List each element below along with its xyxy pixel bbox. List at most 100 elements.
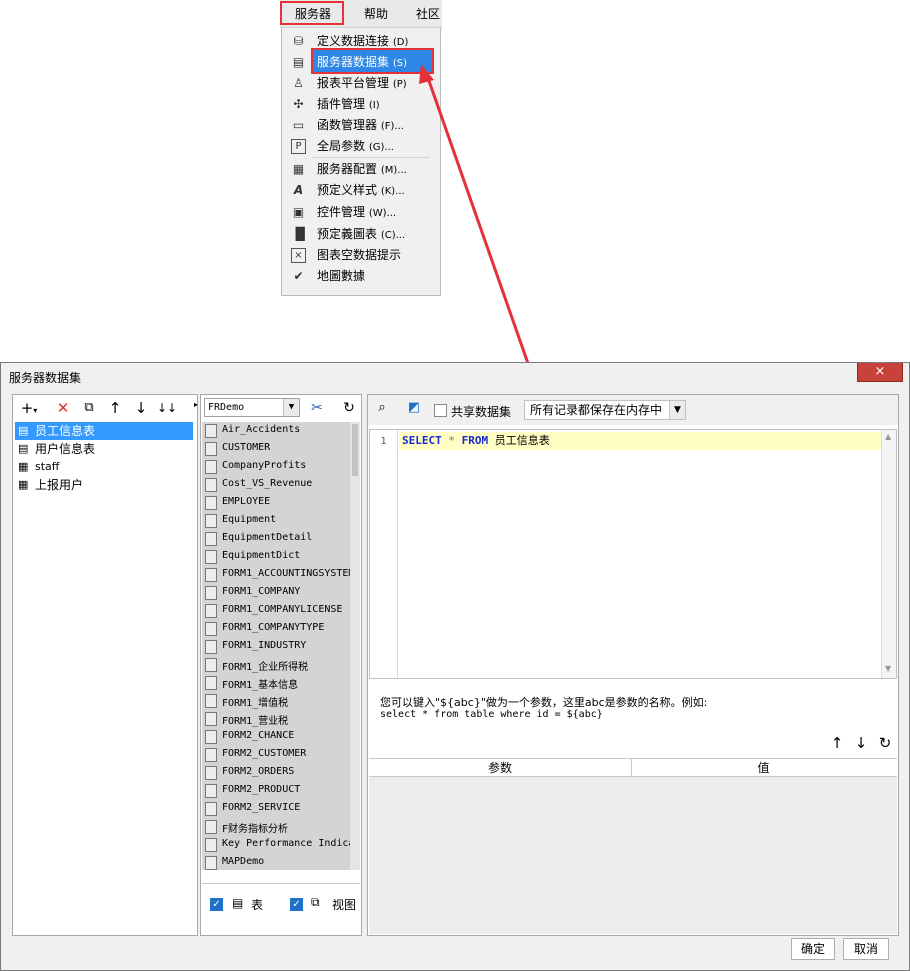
table-list-item[interactable]: FORM2_CHANCE [202, 728, 350, 746]
table-list-item[interactable]: FORM1_INDUSTRY [202, 638, 350, 656]
menu-bar: 服务器 帮助 社区 [280, 0, 442, 28]
editor-scrollbar[interactable]: ▲ ▼ [881, 430, 896, 678]
delete-icon[interactable]: ✕ [53, 398, 73, 418]
sql-editor[interactable]: 1 SELECT * FROM 员工信息表 ▲ ▼ [369, 429, 897, 679]
server-menu-dropdown: ⛁ 定义数据连接 (D) ▤ 服务器数据集 (S) ♙ 报表平台管理 (P) ✣… [281, 28, 441, 296]
table-list-item[interactable]: FORM1_企业所得税 [202, 656, 350, 674]
table-list-item[interactable]: FORM2_SERVICE [202, 800, 350, 818]
view-checkbox[interactable]: ✓ [290, 898, 303, 911]
menu-server[interactable]: 服务器 [282, 4, 344, 24]
table-icon [205, 658, 217, 672]
table-icon [205, 424, 217, 438]
table-icon [205, 478, 217, 492]
chevron-right-icon: ▸ [194, 400, 199, 409]
share-dataset-checkbox[interactable] [434, 404, 447, 417]
table-name: FORM1_营业税 [222, 716, 289, 727]
table-name: FORM1_增值税 [222, 698, 289, 709]
menu-item-widget-management[interactable]: ▣ 控件管理 (W)... [282, 202, 440, 223]
server-dataset-icon: ▤ [292, 55, 305, 69]
table-list-item[interactable]: FORM1_COMPANY [202, 584, 350, 602]
table-list-item[interactable]: Cost_VS_Revenue [202, 476, 350, 494]
table-checkbox[interactable]: ✓ [210, 898, 223, 911]
table-name: Air_Accidents [222, 424, 301, 435]
table-list-item[interactable]: EquipmentDetail [202, 530, 350, 548]
menu-item-global-parameter[interactable]: P 全局参数 (G)... [282, 136, 440, 157]
refresh-icon[interactable]: ↻ [339, 398, 359, 418]
scroll-down-icon[interactable]: ▼ [885, 664, 891, 673]
menu-item-chart-empty-data[interactable]: × 图表空数据提示 [282, 245, 440, 266]
scrollbar-thumb[interactable] [352, 424, 358, 476]
move-up-icon[interactable]: ↑ [105, 398, 125, 418]
table-list-item[interactable]: FORM1_基本信息 [202, 674, 350, 692]
table-list-item[interactable]: EquipmentDict [202, 548, 350, 566]
move-down-icon[interactable]: ↓ [131, 398, 151, 418]
share-dataset-label: 共享数据集 [451, 405, 512, 419]
save-icon[interactable]: ◩ [404, 398, 424, 418]
connection-select[interactable]: FRDemo ▼ [204, 398, 300, 417]
table-list-item[interactable]: MAPDemo [202, 854, 350, 870]
sort-icon[interactable]: ↓↓ [157, 398, 177, 418]
close-button[interactable]: × [857, 363, 903, 382]
menu-item-function-manager[interactable]: ▭ 函数管理器 (F)... [282, 115, 440, 136]
table-list: Air_Accidents CUSTOMER CompanyProfits Cost_… [202, 422, 360, 870]
preview-icon[interactable]: ⌕ [372, 398, 392, 418]
sql-line[interactable]: SELECT * FROM 员工信息表 [399, 432, 881, 450]
add-dataset-button[interactable]: +▾ [19, 398, 39, 418]
table-list-item[interactable]: EMPLOYEE [202, 494, 350, 512]
table-list-item[interactable]: FORM1_营业税 [202, 710, 350, 728]
table-list-item[interactable]: FORM1_增值税 [202, 692, 350, 710]
menu-help[interactable]: 帮助 [364, 4, 388, 24]
param-up-icon[interactable]: ↑ [828, 734, 846, 752]
table-name: CUSTOMER [222, 442, 271, 453]
cancel-button[interactable]: 取消 [843, 938, 889, 960]
menu-community[interactable]: 社区 [416, 4, 440, 24]
table-icon [205, 748, 217, 762]
dataset-item[interactable]: ▤ 员工信息表 [15, 422, 193, 440]
scroll-up-icon[interactable]: ▲ [885, 432, 891, 441]
table-icon [205, 568, 217, 582]
menu-separator [312, 157, 430, 158]
database-icon: ▦ [18, 478, 29, 491]
table-list-item[interactable]: FORM2_CUSTOMER [202, 746, 350, 764]
table-icon [205, 550, 217, 564]
refresh-params-icon[interactable]: ↻ [876, 734, 894, 752]
menu-item-predefined-style[interactable]: A 预定义样式 (K)... [282, 180, 440, 201]
table-list-item[interactable]: CUSTOMER [202, 440, 350, 458]
table-list-item[interactable]: FORM2_PRODUCT [202, 782, 350, 800]
table-list-item[interactable]: Equipment [202, 512, 350, 530]
table-list-item[interactable]: FORM1_COMPANYTYPE [202, 620, 350, 638]
table-list-item[interactable]: FORM1_COMPANYLICENSE [202, 602, 350, 620]
storage-mode-select[interactable]: 所有记录都保存在内存中 ▼ [524, 400, 686, 420]
bar-chart-icon: ▐▌ [291, 227, 310, 241]
copy-icon[interactable]: ⧉ [79, 398, 99, 418]
dataset-list-panel: +▾ ✕ ⧉ ↑ ↓ ↓↓ ▸ ▤ 员工信息表 ▤ 用户信息表 ▦ staff … [12, 394, 198, 936]
dataset-item[interactable]: ▦ staff [15, 458, 193, 476]
table-list-item[interactable]: CompanyProfits [202, 458, 350, 476]
table-list-item[interactable]: Air_Accidents [202, 422, 350, 440]
param-down-icon[interactable]: ↓ [852, 734, 870, 752]
table-icon [205, 586, 217, 600]
table-name: FORM2_CUSTOMER [222, 748, 307, 759]
ok-button[interactable]: 确定 [791, 938, 835, 960]
menu-item-server-config[interactable]: ▦ 服务器配置 (M)... [282, 159, 440, 180]
tools-icon[interactable]: ✂ [307, 398, 327, 418]
table-name: Cost_VS_Revenue [222, 478, 313, 489]
menu-item-map-data[interactable]: ✔ 地圖數據 [282, 266, 440, 287]
table-list-item[interactable]: FORM1_ACCOUNTINGSYSTEM [202, 566, 354, 584]
table-name: MAPDemo [222, 856, 265, 867]
editor-toolbar: ⌕ ◩ 共享数据集 所有记录都保存在内存中 ▼ [368, 395, 898, 425]
table-list-item[interactable]: FORM2_ORDERS [202, 764, 350, 782]
table-list-item[interactable]: Key Performance Indicators [202, 836, 360, 854]
menu-item-predefined-chart[interactable]: ▐▌ 预定義圖表 (C)... [282, 224, 440, 245]
table-list-item[interactable]: F财务指标分析 [202, 818, 350, 836]
menu-item-platform-management[interactable]: ♙ 报表平台管理 (P) [282, 73, 440, 94]
table-icon [205, 694, 217, 708]
table-name: FORM1_基本信息 [222, 680, 299, 691]
scrollbar[interactable] [350, 422, 360, 870]
menu-item-plugin-management[interactable]: ✣ 插件管理 (I) [282, 94, 440, 115]
dataset-item[interactable]: ▦ 上报用户 [15, 476, 193, 494]
dataset-item[interactable]: ▤ 用户信息表 [15, 440, 193, 458]
dataset-icon: ▤ [18, 442, 29, 455]
table-icon [205, 766, 217, 780]
red-pointer-arrow [419, 64, 538, 383]
